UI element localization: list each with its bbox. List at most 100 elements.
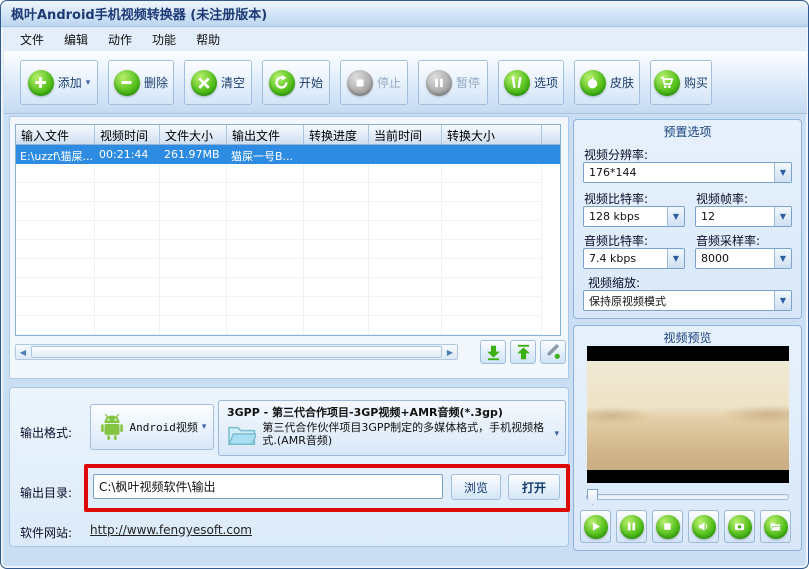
cell-output-file: 猫屎一号B... <box>231 150 294 163</box>
audio-bitrate-select[interactable]: 7.4 kbps ▼ <box>583 248 685 269</box>
buy-button[interactable]: 购买 <box>650 60 712 105</box>
seek-track[interactable] <box>586 494 789 500</box>
clear-button[interactable]: 清空 <box>184 60 252 105</box>
col-progress[interactable]: 转换进度 <box>304 125 369 145</box>
table-row <box>16 259 560 278</box>
speaker-icon <box>691 514 716 539</box>
move-up-button[interactable] <box>510 340 536 364</box>
stop-media-button[interactable] <box>652 510 683 543</box>
menu-edit[interactable]: 编辑 <box>54 28 98 51</box>
scroll-left-icon[interactable]: ◀ <box>16 345 30 359</box>
open-dir-button[interactable]: 打开 <box>508 474 560 500</box>
edit-button[interactable] <box>540 340 566 364</box>
framerate-value: 12 <box>701 210 715 223</box>
stop-square-icon <box>346 69 373 96</box>
stop-square-icon <box>655 514 680 539</box>
samplerate-select[interactable]: 8000 ▼ <box>695 248 792 269</box>
file-table: 输入文件 视频时间 文件大小 输出文件 转换进度 当前时间 转换大小 E:\uz… <box>15 124 561 336</box>
table-row <box>16 202 560 221</box>
menu-help[interactable]: 帮助 <box>186 28 230 51</box>
skin-button-label: 皮肤 <box>609 76 634 90</box>
options-button[interactable]: 选项 <box>498 60 564 105</box>
video-scale-label: 视频缩放: <box>588 276 641 290</box>
output-format-button[interactable]: Android视频 ▾ <box>90 404 214 450</box>
audio-bitrate-value: 7.4 kbps <box>589 252 637 265</box>
browse-button-label: 浏览 <box>463 480 488 495</box>
col-output-file[interactable]: 输出文件 <box>227 125 304 145</box>
chevron-down-icon[interactable]: ▼ <box>667 249 684 268</box>
browse-button[interactable]: 浏览 <box>451 474 501 500</box>
website-link[interactable]: http://www.fengyesoft.com <box>90 523 252 537</box>
website-label: 软件网站: <box>20 526 73 540</box>
table-row-selected[interactable]: E:\uzzf\猫屎... 00:21:44 261.97MB 猫屎一号B... <box>16 145 560 164</box>
framerate-label: 视频帧率: <box>696 192 749 206</box>
add-button-label: 添加 <box>57 76 82 90</box>
delete-button[interactable]: 删除 <box>108 60 174 105</box>
table-row <box>16 164 560 183</box>
minus-icon <box>113 69 140 96</box>
cell-file-size: 261.97MB <box>164 148 220 161</box>
chevron-down-icon: ▾ <box>201 422 207 432</box>
video-bitrate-select[interactable]: 128 kbps ▼ <box>583 206 685 227</box>
video-bitrate-label: 视频比特率: <box>584 192 649 206</box>
up-arrow-icon <box>516 344 530 359</box>
seek-thumb[interactable] <box>587 489 598 505</box>
pause-icon <box>425 69 452 96</box>
preview-panel-title: 视频预览 <box>663 331 712 345</box>
start-circular-arrow-icon <box>268 69 295 96</box>
stop-button[interactable]: 停止 <box>340 60 408 105</box>
chevron-down-icon[interactable]: ▼ <box>774 207 791 226</box>
framerate-select[interactable]: 12 ▼ <box>695 206 792 227</box>
pause-media-button[interactable] <box>616 510 647 543</box>
chevron-down-icon[interactable]: ▼ <box>774 163 791 182</box>
menu-file[interactable]: 文件 <box>10 28 54 51</box>
file-table-empty-rows <box>16 164 560 335</box>
cell-progress <box>304 145 369 164</box>
title-bar[interactable]: 枫叶Android手机视频转换器 (未注册版本) <box>1 1 808 27</box>
open-button-label: 打开 <box>521 480 546 495</box>
move-down-button[interactable] <box>480 340 506 364</box>
mute-button[interactable] <box>688 510 719 543</box>
stop-button-label: 停止 <box>376 76 401 90</box>
format-description-box[interactable]: 3GPP - 第三代合作项目-3GP视频+AMR音频(*.3gp) 第三代合作伙… <box>218 400 566 456</box>
open-folder-button[interactable] <box>760 510 791 543</box>
menu-function[interactable]: 功能 <box>142 28 186 51</box>
col-video-time[interactable]: 视频时间 <box>95 125 160 145</box>
play-button[interactable] <box>580 510 611 543</box>
scrollbar-thumb[interactable] <box>31 346 442 358</box>
col-file-size[interactable]: 文件大小 <box>160 125 227 145</box>
video-scale-select[interactable]: 保持原视频模式 ▼ <box>583 290 792 311</box>
table-row <box>16 278 560 297</box>
col-input-file[interactable]: 输入文件 <box>16 125 95 145</box>
camera-icon <box>727 514 752 539</box>
resolution-select[interactable]: 176*144 ▼ <box>583 162 792 183</box>
output-dir-input[interactable] <box>93 474 443 499</box>
clear-x-icon <box>190 69 217 96</box>
scroll-right-icon[interactable]: ▶ <box>443 345 457 359</box>
col-current-time[interactable]: 当前时间 <box>369 125 442 145</box>
seek-slider[interactable] <box>586 489 789 505</box>
col-converted-size[interactable]: 转换大小 <box>442 125 542 145</box>
cart-icon <box>653 69 680 96</box>
horizontal-scrollbar[interactable]: ◀ ▶ <box>15 344 458 360</box>
add-button[interactable]: 添加 ▾ <box>20 60 98 105</box>
tools-icon <box>503 69 530 96</box>
chevron-down-icon[interactable]: ▼ <box>774 249 791 268</box>
skin-button[interactable]: 皮肤 <box>574 60 640 105</box>
output-settings-panel: 输出格式: Android视频 ▾ 3GPP - 第三代合作项目-3GP视频+A… <box>9 387 570 547</box>
toolbar: 添加 ▾ 删除 清空 开始 停止 暂停 选项 皮肤 购买 <box>4 51 807 114</box>
start-button[interactable]: 开始 <box>262 60 330 105</box>
chevron-down-icon[interactable]: ▼ <box>667 207 684 226</box>
samplerate-label: 音频采样率: <box>696 234 761 248</box>
audio-bitrate-label: 音频比特率: <box>584 234 649 248</box>
pause-button[interactable]: 暂停 <box>418 60 488 105</box>
clear-button-label: 清空 <box>220 76 245 90</box>
samplerate-value: 8000 <box>701 252 729 265</box>
pencil-icon <box>547 344 560 359</box>
buy-button-label: 购买 <box>683 76 708 90</box>
chevron-down-icon[interactable]: ▼ <box>774 291 791 310</box>
snapshot-button[interactable] <box>724 510 755 543</box>
output-format-label: 输出格式: <box>20 426 73 440</box>
table-row <box>16 316 560 335</box>
menu-action[interactable]: 动作 <box>98 28 142 51</box>
